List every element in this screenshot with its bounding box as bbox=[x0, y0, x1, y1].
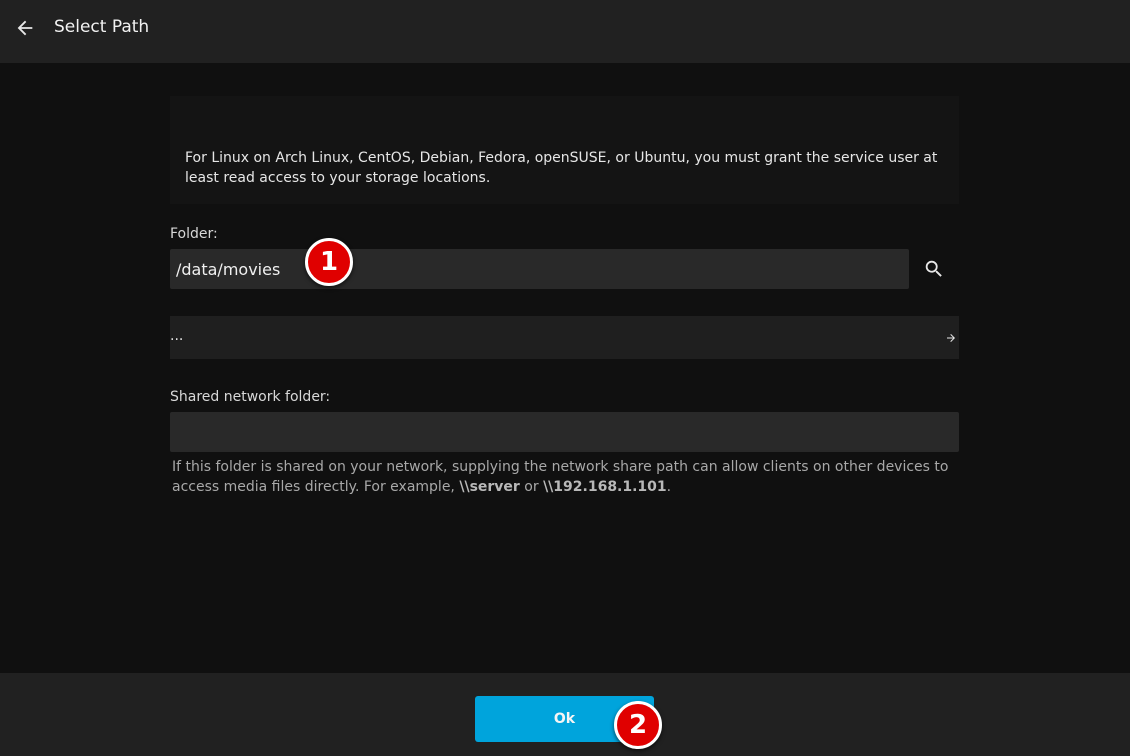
folder-label: Folder: bbox=[170, 226, 218, 242]
help-text-suffix: . bbox=[666, 479, 672, 495]
directory-list-item[interactable]: ... bbox=[170, 316, 959, 359]
back-button[interactable] bbox=[10, 13, 40, 43]
search-icon bbox=[925, 260, 942, 277]
search-button[interactable] bbox=[918, 253, 950, 285]
page-title: Select Path bbox=[54, 17, 150, 37]
dialog-footer: Ok bbox=[0, 673, 1130, 756]
network-share-label: Shared network folder: bbox=[170, 389, 331, 405]
page-header: Select Path bbox=[0, 0, 1130, 63]
example-server: \\server bbox=[459, 479, 520, 495]
directory-name: ... bbox=[170, 328, 184, 344]
help-text-middle: or bbox=[519, 479, 544, 495]
dialog-content: For Linux on Arch Linux, CentOS, Debian,… bbox=[0, 63, 1130, 673]
network-share-input[interactable] bbox=[170, 412, 959, 452]
folder-path-input[interactable] bbox=[170, 249, 909, 289]
network-share-help: If this folder is shared on your network… bbox=[172, 457, 957, 497]
annotation-marker-2: 2 bbox=[614, 701, 662, 749]
arrow-forward-icon bbox=[943, 330, 959, 346]
info-box: For Linux on Arch Linux, CentOS, Debian,… bbox=[170, 96, 959, 204]
annotation-marker-1: 1 bbox=[305, 238, 353, 286]
arrow-back-icon bbox=[17, 20, 33, 36]
info-text: For Linux on Arch Linux, CentOS, Debian,… bbox=[185, 150, 938, 186]
example-ip: \\192.168.1.101 bbox=[543, 479, 667, 495]
